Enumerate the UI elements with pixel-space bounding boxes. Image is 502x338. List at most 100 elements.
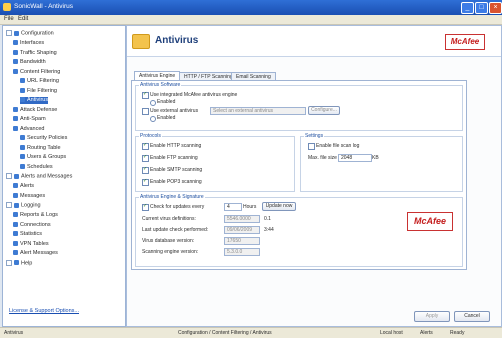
minimize-button[interactable]: _ (461, 2, 474, 14)
bandwidth-icon (13, 59, 18, 65)
tree-item-label: Users & Groups (27, 154, 67, 160)
info-value: 5546.0000 (224, 215, 260, 223)
external-enabled-radio[interactable] (150, 116, 156, 122)
vpn-icon (13, 240, 18, 246)
routing-icon (20, 144, 25, 150)
folder-icon (132, 34, 150, 49)
tree-item-bandwidth[interactable]: Bandwidth (13, 59, 46, 66)
external-antivirus-checkbox[interactable] (142, 108, 149, 115)
ftp-scanning-checkbox[interactable] (142, 154, 149, 162)
advanced-icon (13, 125, 18, 131)
tree-item-label: Interfaces (20, 40, 45, 46)
tree-item-schedules[interactable]: Schedules (20, 164, 53, 171)
tree-item-connections[interactable]: Connections (13, 222, 51, 229)
update-now-button[interactable]: Update now (262, 202, 296, 211)
tree-item-security-policies[interactable]: Security Policies (20, 135, 67, 142)
title-bar: SonicWall - Antivirus _ □ × (0, 0, 502, 15)
close-button[interactable]: × (489, 2, 502, 14)
info-unit: 0.1 (264, 216, 271, 222)
maximize-button[interactable]: □ (475, 2, 488, 14)
expand-toggle[interactable] (6, 202, 12, 208)
page-header: Antivirus McAfee (127, 26, 501, 57)
ftp-scanning-label: Enable FTP scanning (150, 155, 198, 161)
tree-item-url-filtering[interactable]: URL Filtering (20, 78, 59, 85)
external-antivirus-field[interactable]: Select an external antivirus (210, 107, 306, 115)
tree-item-label: Alerts and Messages (21, 173, 73, 180)
help-icon (14, 260, 19, 265)
status-ready: Ready (450, 330, 465, 336)
check-updates-label: Check for updates every (150, 204, 205, 210)
expand-toggle[interactable] (6, 259, 12, 266)
tree-item-file-filtering[interactable]: File Filtering (20, 88, 57, 95)
info-label: Last update check performed: (142, 227, 209, 233)
cancel-button[interactable]: Cancel (454, 311, 490, 322)
status-left: Antivirus (4, 330, 24, 336)
tree-item-alert-messages[interactable]: Alert Messages (13, 250, 58, 257)
menu-edit[interactable]: Edit (18, 16, 28, 22)
integrated-engine-checkbox[interactable] (142, 91, 149, 99)
tree-item-content-filtering[interactable]: Content Filtering (13, 69, 60, 76)
mcafee-logo: McAfee (445, 34, 485, 50)
pop3-scanning-checkbox[interactable] (142, 178, 149, 186)
folder-icon (14, 30, 19, 36)
tree-item-label: Content Filtering (20, 68, 61, 75)
expand-toggle[interactable] (6, 173, 12, 179)
tree-item-antivirus[interactable]: Antivirus (20, 97, 49, 104)
tree-item-advanced[interactable]: Advanced (13, 126, 44, 133)
tree-item-interfaces[interactable]: Interfaces (13, 40, 44, 47)
apply-button[interactable]: Apply (414, 311, 450, 322)
scan-log-checkbox[interactable] (308, 143, 315, 150)
tree-item-label: Help (21, 259, 33, 266)
group-label: Protocols (139, 133, 162, 139)
menu-bar: File Edit (0, 15, 502, 25)
tree-item-reports-logs[interactable]: Reports & Logs (13, 212, 58, 219)
integrated-enabled-radio[interactable] (150, 100, 156, 106)
page-title: Antivirus (155, 35, 199, 46)
tree-item-label: VPN Tables (20, 240, 49, 247)
max-file-size-input[interactable]: 2048 (338, 154, 372, 162)
tree-item-label: Statistics (20, 231, 43, 237)
http-scanning-label: Enable HTTP scanning (150, 143, 202, 149)
tree-item-label: Schedules (27, 163, 53, 170)
update-interval-unit: Hours (243, 204, 257, 210)
spam-icon (13, 116, 18, 122)
configure-button[interactable]: Configure... (308, 106, 340, 115)
tree-item-logging[interactable]: Logging (6, 202, 41, 209)
tree-item-alerts-and-messages[interactable]: Alerts and Messages (6, 173, 72, 180)
update-interval-input[interactable]: 4 (224, 203, 242, 211)
url-icon (20, 78, 25, 84)
alert-icon (13, 183, 18, 189)
tree-item-users-groups[interactable]: Users & Groups (20, 154, 66, 161)
expand-toggle[interactable] (6, 30, 12, 36)
filter-icon (13, 68, 18, 74)
tree-item-label: Connections (20, 221, 51, 228)
tree-item-label: Antivirus (27, 97, 49, 103)
tree-item-label: Security Policies (27, 135, 68, 141)
menu-file[interactable]: File (4, 16, 14, 22)
tree-item-anti-spam[interactable]: Anti-Spam (13, 116, 46, 123)
tree-item-statistics[interactable]: Statistics (13, 231, 42, 238)
info-value: 09/06/2009 (224, 226, 260, 234)
tree-item-configuration[interactable]: Configuration (6, 30, 54, 37)
network-icon (13, 40, 18, 46)
http-scanning-checkbox[interactable] (142, 142, 149, 150)
tab-content: Antivirus Software Use integrated McAfee… (131, 80, 467, 270)
tree-item-label: File Filtering (27, 87, 57, 94)
tree-item-messages[interactable]: Messages (13, 193, 45, 200)
license-support-link[interactable]: License & Support Options... (9, 308, 79, 314)
tree-item-help[interactable]: Help (6, 259, 33, 267)
tree-item-traffic-shaping[interactable]: Traffic Shaping (13, 50, 57, 57)
tree-item-attack-defense[interactable]: Attack Defense (13, 107, 57, 114)
group-label: Settings (304, 133, 325, 139)
tree-item-label: URL Filtering (27, 78, 59, 84)
alert-icon (14, 173, 19, 179)
navigation-tree: Configuration Interfaces Traffic Shaping Ba… (2, 25, 126, 327)
tree-item-vpn-tables[interactable]: VPN Tables (13, 241, 49, 248)
report-icon (13, 212, 18, 218)
tree-item-alerts[interactable]: Alerts (13, 183, 34, 190)
stats-icon (13, 231, 18, 237)
smtp-scanning-checkbox[interactable] (142, 166, 149, 174)
connection-icon (13, 221, 18, 227)
check-updates-checkbox[interactable] (142, 203, 149, 211)
tree-item-routing-table[interactable]: Routing Table (20, 145, 61, 152)
